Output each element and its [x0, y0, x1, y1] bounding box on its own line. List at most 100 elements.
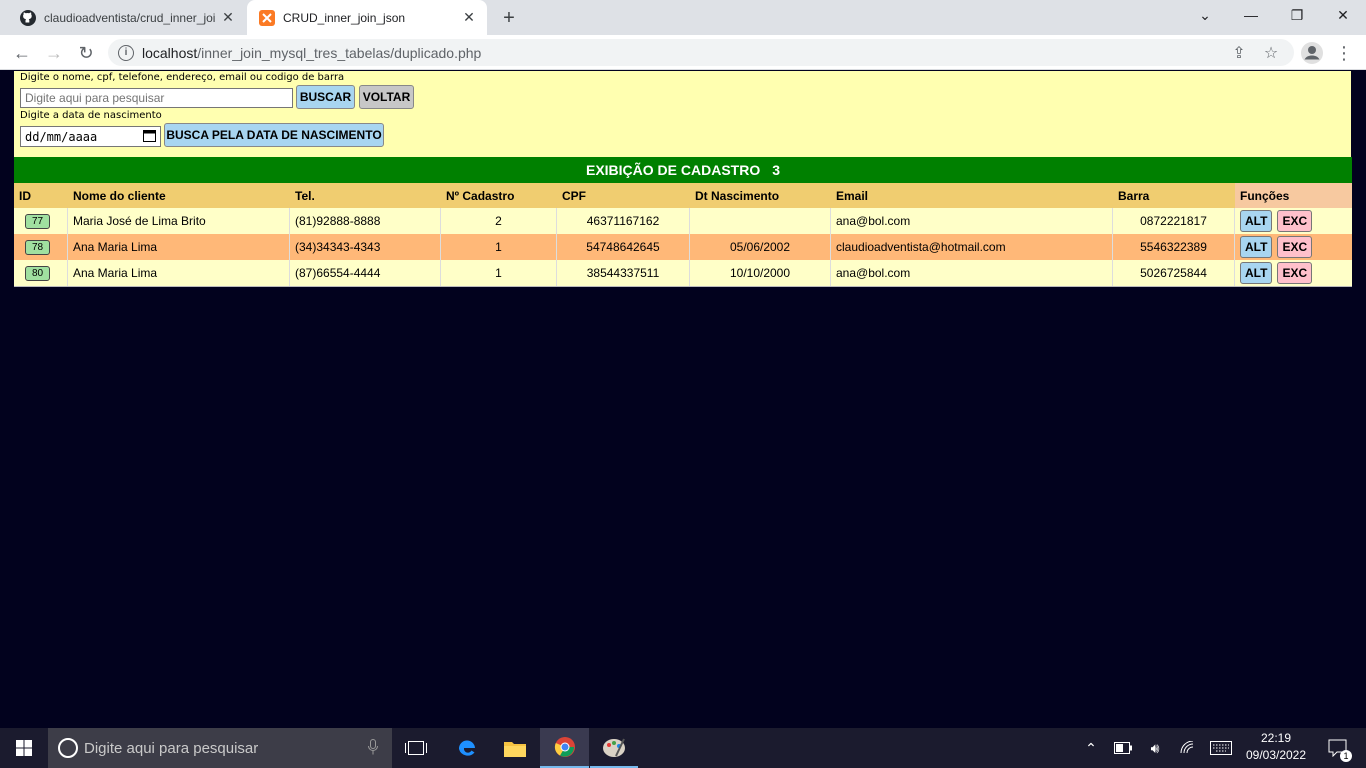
taskbar-search-placeholder: Digite aqui para pesquisar	[84, 739, 259, 757]
volume-icon[interactable]: 🔊︎	[1142, 728, 1168, 768]
menu-icon[interactable]: ⋮	[1331, 40, 1357, 66]
share-icon[interactable]: ⇪	[1230, 44, 1248, 62]
cell-cadastro: 1	[441, 260, 557, 286]
cell-cadastro: 2	[441, 208, 557, 234]
microphone-icon[interactable]	[368, 739, 378, 759]
browser-toolbar: ← → ↻ i localhost/inner_join_mysql_tres_…	[0, 35, 1366, 70]
header-email: Email	[836, 188, 869, 203]
cortana-icon	[58, 738, 78, 758]
cell-cadastro: 1	[441, 234, 557, 260]
header-nascimento: Dt Nascimento	[695, 188, 780, 203]
cell-email: claudioadventista@hotmail.com	[831, 234, 1113, 260]
table-row: 80 Ana Maria Lima (87)66554-4444 1 38544…	[14, 260, 1352, 287]
exc-button[interactable]: EXC	[1277, 236, 1313, 258]
task-view-icon[interactable]	[394, 728, 438, 768]
header-barra: Barra	[1118, 188, 1150, 203]
search-label: Digite o nome, cpf, telefone, endereço, …	[20, 72, 345, 83]
tab-crud[interactable]: CRUD_inner_join_json ✕	[247, 0, 487, 35]
tab-search-icon[interactable]: ⌄	[1182, 0, 1228, 30]
taskbar-search-box[interactable]: Digite aqui para pesquisar	[48, 728, 392, 768]
tab-github[interactable]: claudioadventista/crud_inner_joi ✕	[0, 0, 246, 35]
restore-button[interactable]: ❐	[1274, 0, 1320, 30]
id-badge[interactable]: 80	[25, 265, 51, 281]
cell-barra: 5026725844	[1113, 260, 1235, 286]
cell-cpf: 54748642645	[557, 234, 690, 260]
cell-nome: Maria José de Lima Brito	[68, 208, 290, 234]
header-nome: Nome do cliente	[73, 188, 166, 203]
birthdate-input[interactable]: dd/mm/aaaa	[20, 126, 161, 147]
cell-nascimento: 05/06/2002	[690, 234, 831, 260]
info-icon[interactable]: i	[118, 44, 134, 61]
header-tel: Tel.	[295, 188, 315, 203]
cell-cpf: 46371167162	[557, 208, 690, 234]
system-clock[interactable]: 22:19 09/03/2022	[1240, 730, 1312, 764]
new-tab-button[interactable]: +	[497, 6, 521, 30]
date-label: Digite a data de nascimento	[20, 110, 162, 121]
windows-taskbar: Digite aqui para pesquisar ⌃ 🔊︎ 22:19 09…	[0, 728, 1366, 768]
notification-icon[interactable]: 1	[1318, 728, 1358, 768]
cell-cpf: 38544337511	[557, 260, 690, 286]
tab-strip: claudioadventista/crud_inner_joi ✕ CRUD_…	[0, 0, 1366, 35]
page-content: Digite o nome, cpf, telefone, endereço, …	[0, 71, 1366, 728]
keyboard-icon[interactable]	[1206, 728, 1236, 768]
bookmark-star-icon[interactable]: ☆	[1262, 44, 1280, 62]
close-icon[interactable]: ✕	[218, 8, 238, 28]
back-icon[interactable]: ←	[9, 40, 35, 66]
cell-tel: (81)92888-8888	[290, 208, 441, 234]
cell-tel: (87)66554-4444	[290, 260, 441, 286]
profile-icon[interactable]	[1299, 40, 1325, 66]
cell-email: ana@bol.com	[831, 208, 1113, 234]
search-panel: Digite o nome, cpf, telefone, endereço, …	[14, 71, 1351, 157]
xampp-icon	[259, 9, 275, 26]
cell-email: ana@bol.com	[831, 260, 1113, 286]
date-placeholder: dd/mm/aaaa	[25, 129, 98, 144]
record-count: 3	[772, 162, 781, 178]
header-id: ID	[19, 188, 31, 203]
cell-barra: 5546322389	[1113, 234, 1235, 260]
header-funcoes: Funções	[1235, 183, 1352, 208]
minimize-button[interactable]: —	[1228, 0, 1274, 30]
search-by-birthdate-button[interactable]: BUSCA PELA DATA DE NASCIMENTO	[164, 123, 384, 147]
reload-icon[interactable]: ↻	[73, 40, 99, 66]
forward-icon[interactable]: →	[41, 40, 67, 66]
cell-nascimento: 10/10/2000	[690, 260, 831, 286]
calendar-icon[interactable]	[143, 129, 156, 145]
file-explorer-icon[interactable]	[492, 728, 538, 768]
search-input[interactable]: Digite aqui para pesquisar	[20, 88, 293, 108]
exc-button[interactable]: EXC	[1277, 210, 1313, 232]
tab-title: claudioadventista/crud_inner_joi	[44, 10, 216, 25]
buscar-button[interactable]: BUSCAR	[296, 85, 355, 109]
close-icon[interactable]: ✕	[459, 8, 479, 28]
url-host: localhost	[142, 44, 198, 61]
url-path: /inner_join_mysql_tres_tabelas/duplicado…	[197, 44, 482, 61]
alt-button[interactable]: ALT	[1240, 262, 1273, 284]
cell-nome: Ana Maria Lima	[68, 234, 290, 260]
close-window-button[interactable]: ✕	[1320, 0, 1366, 30]
id-badge[interactable]: 78	[25, 239, 51, 255]
cell-barra: 0872221817	[1113, 208, 1235, 234]
header-cadastro: Nº Cadastro	[446, 188, 515, 203]
edge-icon[interactable]	[444, 728, 490, 768]
chrome-icon[interactable]	[540, 728, 589, 768]
alt-button[interactable]: ALT	[1240, 236, 1273, 258]
address-bar[interactable]: i localhost/inner_join_mysql_tres_tabela…	[108, 39, 1294, 66]
header-cpf: CPF	[562, 188, 586, 203]
voltar-button[interactable]: VOLTAR	[359, 85, 414, 109]
table-row: 78 Ana Maria Lima (34)34343-4343 1 54748…	[14, 234, 1352, 260]
network-icon[interactable]	[1174, 728, 1200, 768]
alt-button[interactable]: ALT	[1240, 210, 1273, 232]
notification-count: 1	[1340, 750, 1352, 762]
table-header: ID Nome do cliente Tel. Nº Cadastro CPF …	[14, 183, 1352, 208]
exc-button[interactable]: EXC	[1277, 262, 1313, 284]
table-row: 77 Maria José de Lima Brito (81)92888-88…	[14, 208, 1352, 234]
clock-time: 22:19	[1260, 731, 1292, 745]
battery-icon[interactable]	[1110, 728, 1136, 768]
windows-start-icon[interactable]	[0, 728, 48, 768]
paint-icon[interactable]	[590, 728, 638, 768]
chevron-up-icon[interactable]: ⌃	[1078, 728, 1104, 768]
cell-nome: Ana Maria Lima	[68, 260, 290, 286]
cell-nascimento	[690, 208, 831, 234]
table-title-text: EXIBIÇÃO DE CADASTRO	[585, 162, 761, 178]
id-badge[interactable]: 77	[25, 213, 51, 229]
clock-date: 09/03/2022	[1245, 748, 1307, 762]
